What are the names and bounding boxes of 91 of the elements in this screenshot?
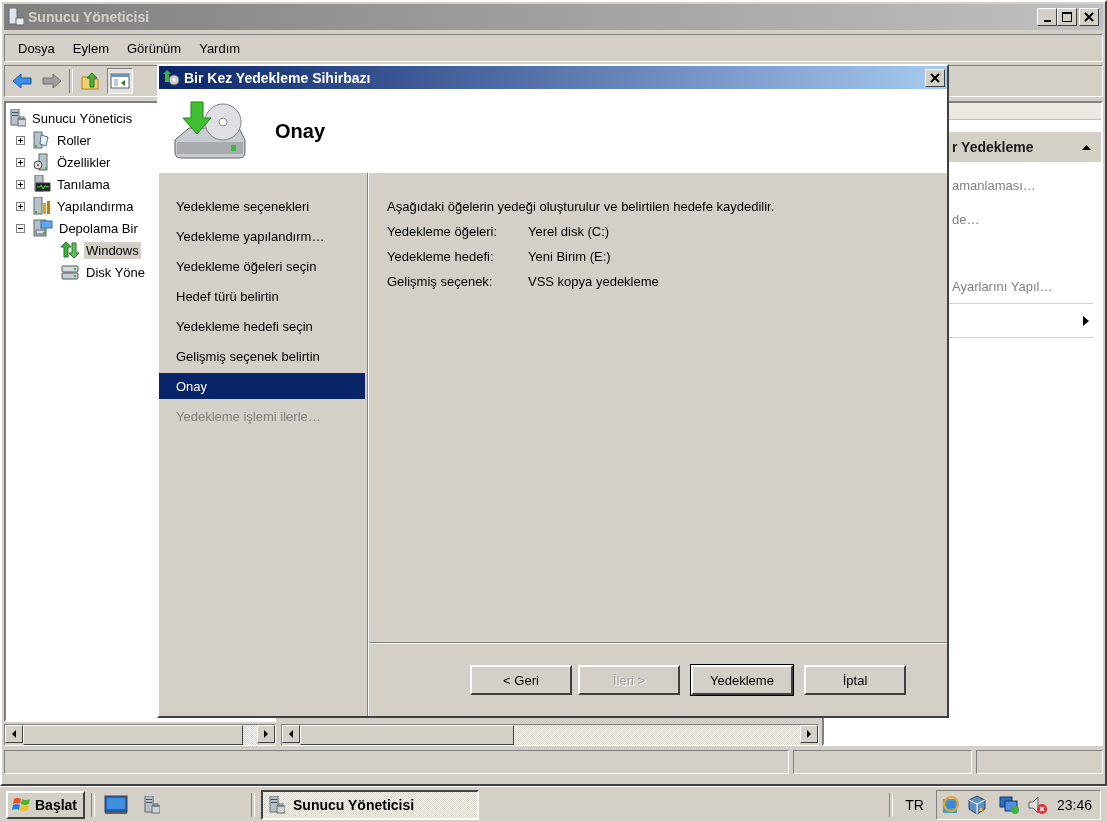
back-arrow-icon xyxy=(12,72,32,90)
expand-button[interactable] xyxy=(16,201,25,211)
server-tools-icon xyxy=(33,197,51,215)
plus-icon xyxy=(17,202,24,210)
server-storage-icon xyxy=(33,219,53,237)
wizard-step[interactable]: Yedekleme hedefi seçin xyxy=(159,313,365,339)
horizontal-scrollbar[interactable] xyxy=(281,724,819,746)
disk-drive-icon xyxy=(60,263,80,281)
wizard-button[interactable]: < Geri xyxy=(470,665,572,695)
speaker-muted-icon xyxy=(1026,795,1047,815)
minimize-icon xyxy=(1043,20,1051,22)
submenu-arrow-icon xyxy=(1083,315,1089,326)
scroll-left-button[interactable] xyxy=(282,725,300,743)
folder-up-icon xyxy=(80,72,100,90)
wizard-step[interactable]: Yedekleme seçenekleri xyxy=(159,193,365,219)
detail-value: Yeni Birim (E:) xyxy=(528,249,611,264)
plus-icon xyxy=(17,180,24,188)
right-arrow-icon xyxy=(263,730,269,738)
close-icon xyxy=(930,72,940,83)
scrollbar-thumb[interactable] xyxy=(300,725,514,745)
window-title: Sunucu Yöneticisi xyxy=(28,9,151,25)
desktop-icon xyxy=(104,795,129,815)
menu-item[interactable]: Eylem xyxy=(65,38,116,58)
panel-icon xyxy=(110,72,130,90)
tree-item[interactable]: Tanılama xyxy=(55,175,112,193)
collapse-button[interactable] xyxy=(16,223,25,233)
server-disc-icon xyxy=(33,153,51,171)
menu-item[interactable]: Yardım xyxy=(192,38,248,58)
server-icon xyxy=(10,109,26,127)
server-monitor-icon xyxy=(33,175,51,193)
plus-icon xyxy=(17,136,24,144)
close-icon xyxy=(1084,12,1094,22)
close-button[interactable] xyxy=(1079,8,1099,26)
wizard-step[interactable]: Onay xyxy=(159,373,365,399)
detail-label: Yedekleme hedefi: xyxy=(387,249,495,264)
start-button[interactable]: Başlat xyxy=(6,791,86,819)
minimize-button[interactable] xyxy=(1037,8,1057,26)
wizard-button[interactable]: Yedekleme xyxy=(691,665,793,695)
panel-button[interactable] xyxy=(107,68,133,94)
language-indicator[interactable]: TR xyxy=(899,797,930,813)
cube-icon xyxy=(966,795,987,815)
detail-label: Gelişmiş seçenek: xyxy=(387,274,494,289)
dialog-title: Bir Kez Yedekleme Sihirbazı xyxy=(184,69,372,86)
app-window-icon xyxy=(940,795,961,815)
detail-value: Yerel disk (C:) xyxy=(528,224,610,239)
tree-item[interactable]: Sunucu Yöneticis xyxy=(30,109,135,127)
maximize-icon xyxy=(1062,12,1072,22)
windows-flag-icon xyxy=(12,796,32,814)
server-page-icon xyxy=(33,131,51,149)
intro-text: Aşağıdaki öğelerin yedeği oluşturulur ve belirtilen hedefe kaydedilir. xyxy=(387,199,776,214)
backup-disc-icon xyxy=(162,69,180,86)
left-arrow-icon xyxy=(288,730,294,738)
forward-arrow-icon xyxy=(42,72,62,90)
server-icon xyxy=(8,8,24,26)
left-arrow-icon xyxy=(11,730,17,738)
expand-button[interactable] xyxy=(16,135,25,145)
collapse-arrow-icon xyxy=(1082,144,1091,150)
tree-item[interactable]: Roller xyxy=(55,131,93,149)
menu-item[interactable]: Görünüm xyxy=(120,38,189,58)
section-title: r Yedekleme xyxy=(952,139,1034,155)
tree-item[interactable]: Windows xyxy=(84,241,141,259)
expand-button[interactable] xyxy=(16,157,25,167)
wizard-step[interactable]: Yedekleme öğeleri seçin xyxy=(159,253,365,279)
wizard-button[interactable]: İptal xyxy=(804,665,906,695)
tree-item[interactable]: Disk Yöne xyxy=(84,263,147,281)
wizard-step[interactable]: Gelişmiş seçenek belirtin xyxy=(159,343,365,369)
server-icon xyxy=(144,796,161,814)
tree-item[interactable]: Depolama Bir xyxy=(57,219,140,237)
backup-arrows-icon xyxy=(60,241,80,259)
right-arrow-icon xyxy=(806,730,812,738)
expand-button[interactable] xyxy=(16,179,25,189)
detail-value: VSS kopya yedekleme xyxy=(528,274,659,289)
scroll-right-button[interactable] xyxy=(800,725,818,743)
detail-label: Yedekleme öğeleri: xyxy=(387,224,499,239)
tree-item[interactable]: Yapılandırma xyxy=(55,197,136,215)
clock: 23:46 xyxy=(1056,797,1092,813)
scroll-left-button[interactable] xyxy=(5,725,23,743)
scroll-right-button[interactable] xyxy=(257,725,275,743)
plus-icon xyxy=(17,158,24,166)
taskbar-button[interactable]: Sunucu Yöneticisi xyxy=(261,790,480,820)
close-button[interactable] xyxy=(925,68,945,87)
network-icon xyxy=(998,795,1021,815)
tree-item[interactable]: Özellikler xyxy=(55,153,113,171)
horizontal-scrollbar[interactable] xyxy=(4,724,276,746)
wizard-step[interactable]: Hedef türü belirtin xyxy=(159,283,365,309)
wizard-step[interactable]: Yedekleme yapılandırm… xyxy=(159,223,365,249)
page-heading: Onay xyxy=(275,119,326,143)
maximize-button[interactable] xyxy=(1057,8,1077,26)
menu-item[interactable]: Dosya xyxy=(11,38,62,58)
server-icon xyxy=(269,796,286,814)
wizard-step: Yedekleme işlemi ilerle… xyxy=(159,403,365,429)
